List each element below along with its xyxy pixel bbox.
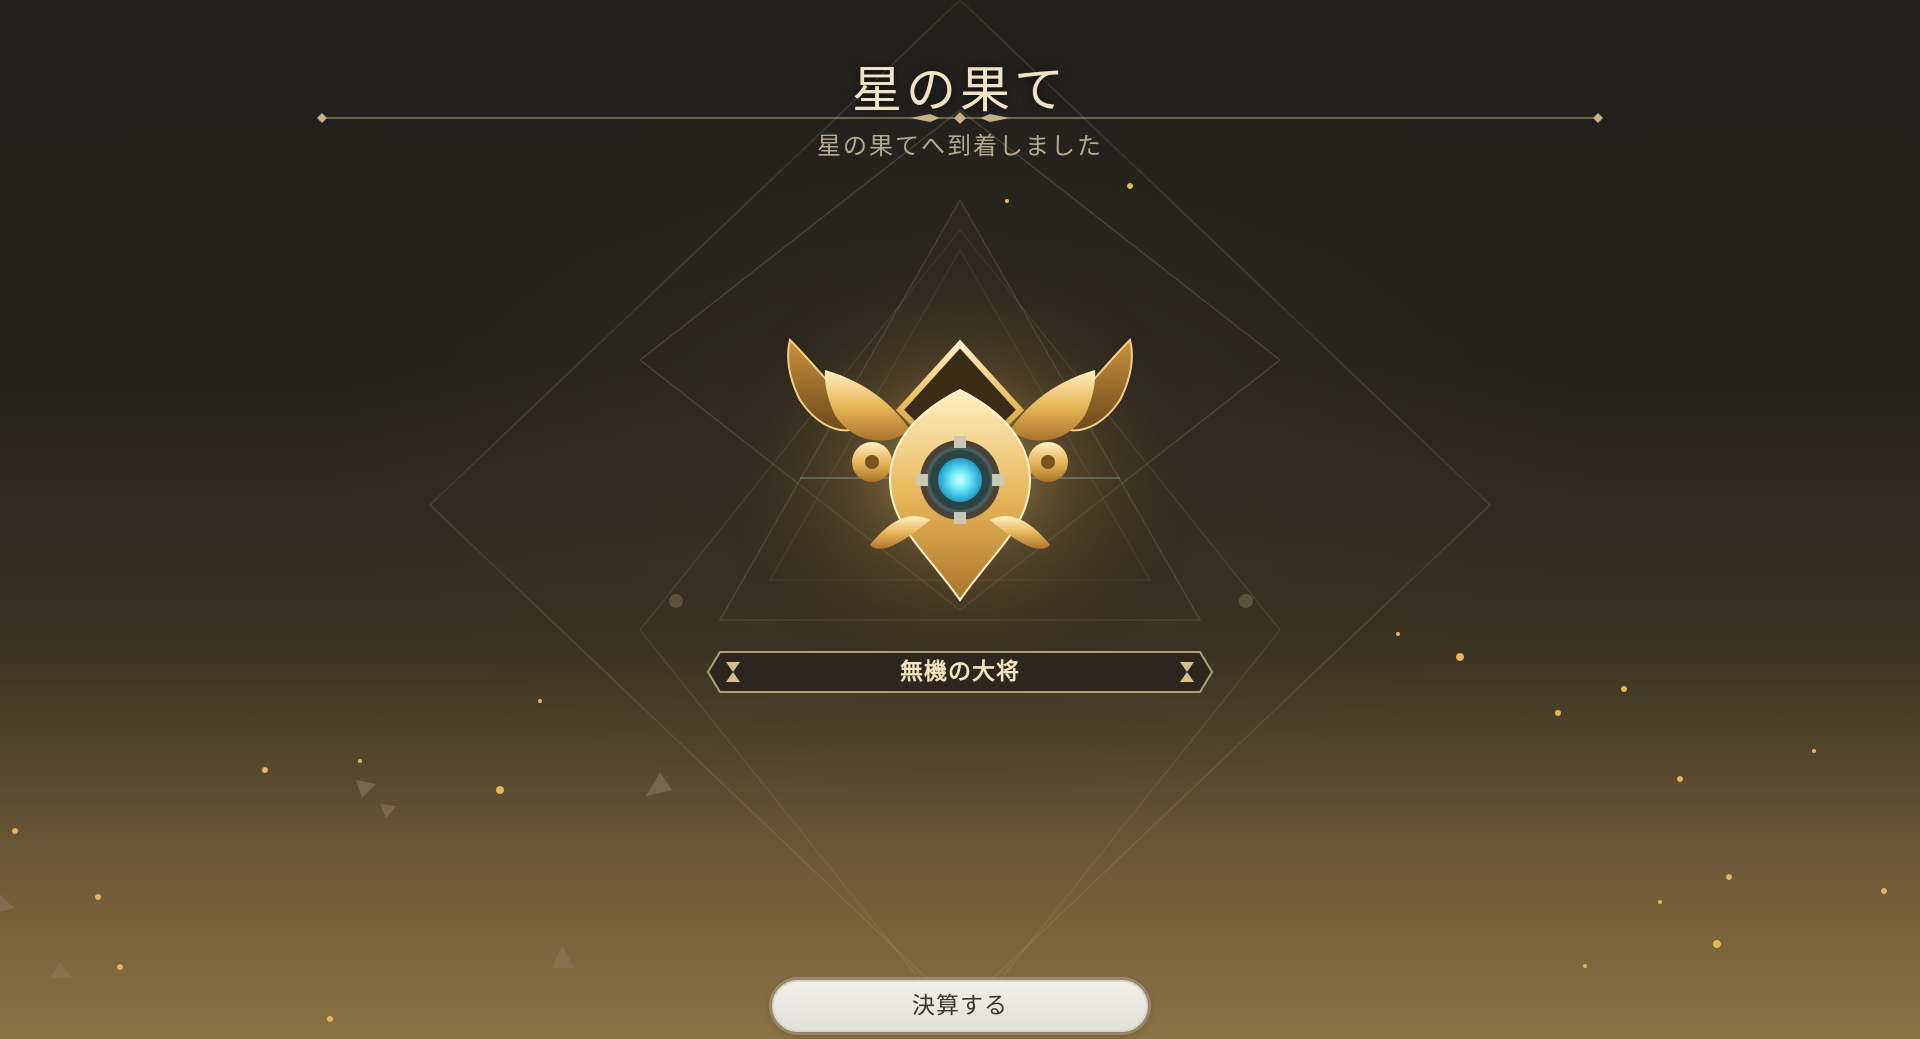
settle-button[interactable]: 決算する <box>772 980 1148 1032</box>
page-subtitle: 星の果てへ到着しました <box>817 132 1103 160</box>
page-title: 星の果て <box>852 61 1068 119</box>
rank-nameplate: 無機の大将 <box>706 650 1214 694</box>
rank-name: 無機の大将 <box>900 659 1020 685</box>
result-screen: 星の果て 星の果てへ到着しました 無機の大将 決算する <box>0 0 1920 1039</box>
winged-gear-rank-emblem-icon <box>787 338 1133 602</box>
